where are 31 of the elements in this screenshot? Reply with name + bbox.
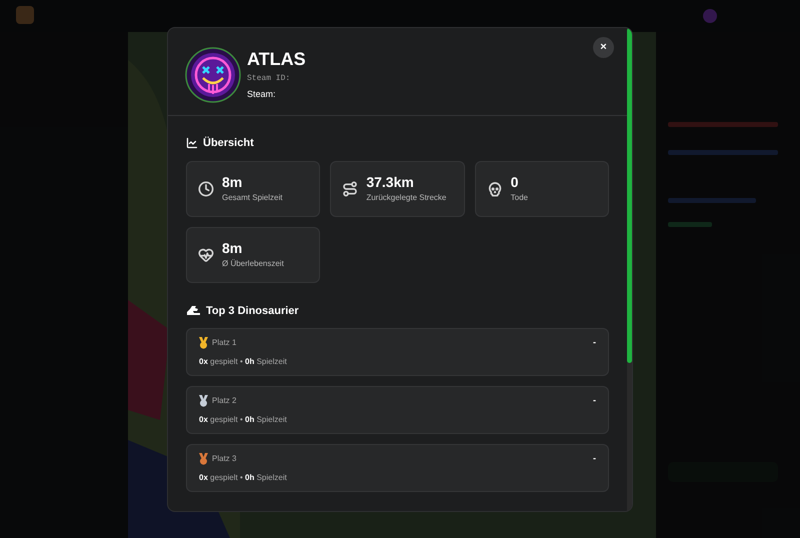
dinosaur-name: -: [593, 452, 596, 466]
steam-label: Steam:: [247, 88, 277, 101]
stat-value: 0: [510, 174, 520, 190]
route-icon: [342, 180, 358, 196]
player-name: ATLAS: [247, 48, 306, 70]
play-summary: 0x gespielt • 0h Spielzeit: [199, 414, 288, 426]
dinosaur-icon: [186, 305, 201, 316]
clock-icon: [198, 180, 214, 196]
stat-label: Tode: [510, 192, 528, 204]
steam-id-label: Steam ID:: [247, 73, 292, 85]
section-title: Übersicht: [203, 136, 254, 151]
rank-label: Platz 2: [212, 395, 236, 407]
close-button[interactable]: ×: [593, 37, 614, 58]
stat-value: 8m: [222, 240, 244, 256]
stat-value: 37.3km: [366, 174, 415, 190]
stat-label: Gesamt Spielzeit: [222, 192, 282, 204]
rank-label: Platz 1: [212, 337, 236, 349]
line-chart-icon: [186, 137, 198, 150]
section-title: Top 3 Dinosaurier: [206, 304, 299, 318]
avatar-icon: [185, 47, 241, 103]
dinosaur-name: -: [593, 394, 596, 408]
scrollbar-thumb[interactable]: [627, 28, 632, 363]
rank-label: Platz 3: [212, 453, 236, 465]
stat-label: Zurückgelegte Strecke: [366, 192, 446, 204]
stat-value: 8m: [222, 174, 244, 190]
stat-label: Ø Überlebenszeit: [222, 258, 284, 270]
heart-pulse-icon: [198, 246, 214, 262]
skull-icon: [486, 180, 503, 196]
dinosaur-name: -: [593, 336, 596, 350]
play-summary: 0x gespielt • 0h Spielzeit: [199, 472, 288, 484]
play-summary: 0x gespielt • 0h Spielzeit: [199, 356, 288, 368]
